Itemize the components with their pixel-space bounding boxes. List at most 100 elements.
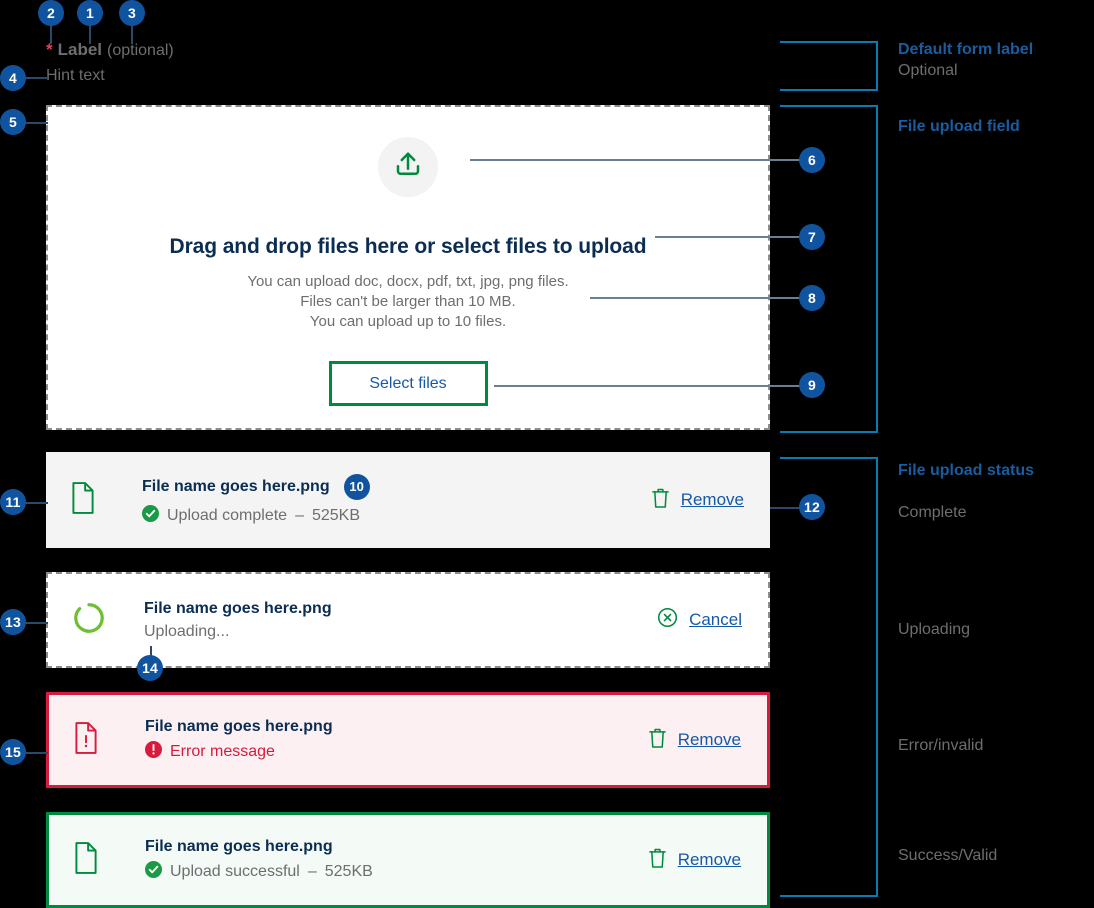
file-status-separator: – — [307, 862, 317, 880]
file-name: File name goes here.png — [145, 717, 333, 735]
file-status: Upload successful – 525KB — [145, 860, 648, 883]
callout-14: 14 — [137, 655, 163, 681]
annotation-status-complete: Complete — [898, 504, 967, 521]
dropzone-help-line-3: You can upload up to 10 files. — [309, 313, 507, 330]
leader-line-5 — [24, 122, 48, 124]
callout-11: 11 — [0, 489, 26, 515]
file-dropzone[interactable]: Drag and drop files here or select files… — [46, 105, 770, 430]
alert-circle-icon — [145, 740, 162, 763]
file-icon-wrap — [70, 481, 116, 519]
cancel-upload-button[interactable]: Cancel — [657, 607, 742, 633]
file-icon — [73, 841, 99, 879]
trash-icon — [651, 487, 670, 514]
annotation-optional: Optional — [898, 62, 958, 79]
callout-8: 8 — [799, 285, 825, 311]
select-files-button[interactable]: Select files — [328, 361, 488, 406]
remove-file-button[interactable]: Remove — [648, 847, 741, 874]
file-name-row: File name goes here.png 10 — [142, 473, 651, 500]
file-info: File name goes here.png Error message — [119, 718, 648, 763]
annotation-file-upload-status: File upload status — [898, 462, 1035, 479]
cancel-label: Cancel — [689, 610, 742, 629]
file-name: File name goes here.png — [142, 477, 330, 495]
leader-line-7 — [655, 236, 800, 238]
check-circle-icon — [145, 860, 162, 883]
callout-3: 3 — [119, 0, 145, 26]
file-status: Upload complete – 525KB — [142, 504, 651, 527]
remove-label: Remove — [677, 850, 741, 869]
circle-x-icon — [657, 607, 678, 633]
file-name: File name goes here.png — [145, 837, 333, 855]
file-info: File name goes here.png 10 Upload comple… — [116, 473, 651, 527]
callout-7: 7 — [799, 224, 825, 250]
field-label-row: * Label (optional) — [46, 40, 174, 60]
check-circle-icon — [142, 504, 159, 527]
file-row-success: File name goes here.png Upload successfu… — [46, 812, 770, 908]
bracket-form-label — [780, 41, 878, 91]
leader-line-9 — [494, 385, 800, 387]
annotation-default-form-label: Default form label — [898, 41, 1034, 58]
callout-4: 4 — [0, 65, 26, 91]
file-status: Error message — [145, 740, 648, 763]
annotation-file-upload-field: File upload field — [898, 118, 1020, 135]
annotation-status-error: Error/invalid — [898, 737, 984, 754]
file-error-icon-wrap — [73, 721, 119, 759]
remove-file-button[interactable]: Remove — [651, 487, 744, 514]
file-icon — [70, 481, 96, 519]
dropzone-help-line-2: Files can't be larger than 10 MB. — [300, 293, 516, 310]
file-status-text: Upload successful — [170, 862, 300, 880]
callout-1: 1 — [77, 0, 103, 26]
file-name-row: File name goes here.png — [145, 718, 648, 736]
file-row-complete: File name goes here.png 10 Upload comple… — [46, 452, 770, 548]
leader-line-6 — [470, 159, 800, 161]
callout-15: 15 — [0, 739, 26, 765]
file-size: 525KB — [311, 506, 361, 524]
file-name: File name goes here.png — [144, 599, 332, 617]
dropzone-help-text: You can upload doc, docx, pdf, txt, jpg,… — [247, 272, 568, 332]
file-name-row: File name goes here.png — [145, 838, 648, 856]
file-row-error: File name goes here.png Error message Re… — [46, 692, 770, 788]
file-status-text: Error message — [170, 742, 275, 760]
file-status: Uploading... — [144, 623, 657, 641]
annotation-status-uploading: Uploading — [898, 621, 971, 638]
callout-6: 6 — [799, 147, 825, 173]
file-status-text: Upload complete — [167, 506, 288, 524]
spinner-wrap — [72, 601, 118, 640]
field-optional-suffix: (optional) — [107, 42, 174, 59]
file-info: File name goes here.png Uploading... — [118, 600, 657, 641]
callout-10: 10 — [343, 473, 370, 500]
remove-label: Remove — [680, 490, 744, 509]
callout-2: 2 — [38, 0, 64, 26]
upload-icon-badge — [378, 137, 438, 197]
field-hint-text: Hint text — [46, 67, 105, 84]
callout-9: 9 — [799, 372, 825, 398]
bracket-upload-status — [780, 457, 878, 897]
remove-label: Remove — [677, 730, 741, 749]
callout-12: 12 — [799, 494, 825, 520]
file-info: File name goes here.png Upload successfu… — [119, 838, 648, 883]
leader-line-8 — [590, 297, 800, 299]
trash-icon — [648, 847, 667, 874]
file-icon-wrap — [73, 841, 119, 879]
leader-line-15 — [24, 752, 48, 754]
leader-line-13 — [24, 622, 48, 624]
annotation-status-success: Success/Valid — [898, 847, 998, 864]
file-row-uploading: File name goes here.png Uploading... Can… — [46, 572, 770, 668]
file-name-row: File name goes here.png — [144, 600, 657, 618]
remove-file-button[interactable]: Remove — [648, 727, 741, 754]
bracket-upload-field — [780, 105, 878, 433]
file-error-icon — [73, 721, 99, 759]
file-size: 525KB — [324, 862, 373, 880]
callout-5: 5 — [0, 109, 26, 135]
dropzone-title: Drag and drop files here or select files… — [169, 235, 647, 258]
leader-line-4 — [24, 77, 48, 79]
upload-icon — [393, 150, 423, 185]
leader-line-12 — [770, 507, 800, 509]
annotated-file-upload-spec: 1 2 3 4 5 6 7 8 9 11 12 13 14 15 * Label… — [0, 0, 1094, 908]
field-label: Label — [57, 40, 103, 59]
file-status-text: Uploading... — [144, 622, 230, 640]
spinner-icon — [72, 601, 106, 640]
file-status-separator: – — [295, 506, 304, 524]
dropzone-help-line-1: You can upload doc, docx, pdf, txt, jpg,… — [247, 273, 569, 290]
callout-13: 13 — [0, 609, 26, 635]
leader-line-11 — [24, 502, 48, 504]
